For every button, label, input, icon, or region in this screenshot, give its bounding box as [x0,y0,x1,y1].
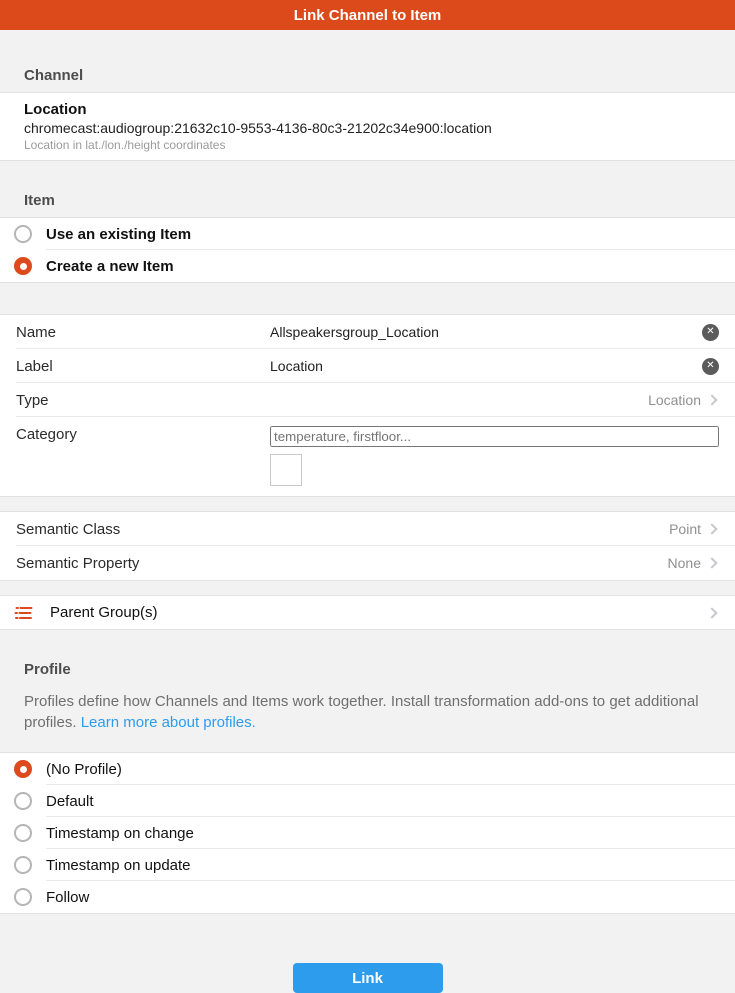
name-field-label: Name [16,324,270,341]
radio-option-label: Create a new Item [46,258,174,275]
radio-icon[interactable] [14,792,32,810]
label-input[interactable] [270,358,692,374]
category-field-label: Category [16,426,270,443]
profile-option-no-profile[interactable]: (No Profile) [0,753,735,785]
category-input[interactable] [270,426,719,447]
page-title: Link Channel to Item [294,7,442,24]
profile-option-follow[interactable]: Follow [0,881,735,913]
semantic-property-value: None [668,555,701,571]
label-field-row: Label ✕ [0,349,735,383]
clear-label-icon[interactable]: ✕ [702,358,719,375]
channel-card: Location chromecast:audiogroup:21632c10-… [0,92,735,161]
channel-uid: chromecast:audiogroup:21632c10-9553-4136… [24,119,711,138]
type-field-row[interactable]: Type Location [0,383,735,417]
semantic-class-row[interactable]: Semantic Class Point [0,512,735,546]
channel-description: Location in lat./lon./height coordinates [24,138,711,153]
chevron-right-icon [706,557,717,568]
radio-icon[interactable] [14,225,32,243]
item-section-title: Item [24,192,711,209]
radio-icon-checked[interactable] [14,760,32,778]
profile-option-default[interactable]: Default [0,785,735,817]
navbar: Link Channel to Item [0,0,735,30]
semantic-property-label: Semantic Property [16,555,270,572]
footer: Link [0,963,735,993]
radio-icon-checked[interactable] [14,257,32,275]
item-form-card: Name ✕ Label ✕ Type Location Category [0,314,735,497]
type-field-label: Type [16,392,270,409]
link-button[interactable]: Link [293,963,443,993]
radio-option-label: Use an existing Item [46,226,191,243]
clear-name-icon[interactable]: ✕ [702,324,719,341]
category-icon-preview [270,454,302,486]
channel-name: Location [24,100,711,119]
semantics-card: Semantic Class Point Semantic Property N… [0,511,735,581]
chevron-right-icon [706,607,717,618]
profile-options-card: (No Profile) Default Timestamp on change… [0,752,735,914]
profile-description: Profiles define how Channels and Items w… [24,691,712,733]
profile-section-title: Profile [24,661,711,678]
profile-option-timestamp-change[interactable]: Timestamp on change [0,817,735,849]
semantic-class-label: Semantic Class [16,521,270,538]
learn-more-link[interactable]: Learn more about profiles. [81,714,256,731]
radio-option-create-item[interactable]: Create a new Item [0,250,735,282]
profile-option-timestamp-update[interactable]: Timestamp on update [0,849,735,881]
name-field-row: Name ✕ [0,315,735,349]
name-input[interactable] [270,324,692,340]
profile-option-label: (No Profile) [46,761,122,778]
parent-groups-row[interactable]: Parent Group(s) [0,596,735,629]
channel-section-title: Channel [24,67,711,84]
chevron-right-icon [706,394,717,405]
radio-option-existing-item[interactable]: Use an existing Item [0,218,735,250]
profile-option-label: Default [46,793,94,810]
type-selected-value: Location [648,392,701,408]
parent-groups-label: Parent Group(s) [50,604,158,621]
radio-icon[interactable] [14,824,32,842]
profile-option-label: Timestamp on update [46,857,191,874]
item-options-card: Use an existing Item Create a new Item [0,217,735,283]
profile-option-label: Timestamp on change [46,825,194,842]
semantic-class-value: Point [669,521,701,537]
semantic-property-row[interactable]: Semantic Property None [0,546,735,580]
radio-icon[interactable] [14,888,32,906]
list-icon [14,603,34,623]
label-field-label: Label [16,358,270,375]
parent-groups-card: Parent Group(s) [0,595,735,630]
radio-icon[interactable] [14,856,32,874]
category-field-row: Category [0,417,735,496]
profile-option-label: Follow [46,889,89,906]
chevron-right-icon [706,523,717,534]
